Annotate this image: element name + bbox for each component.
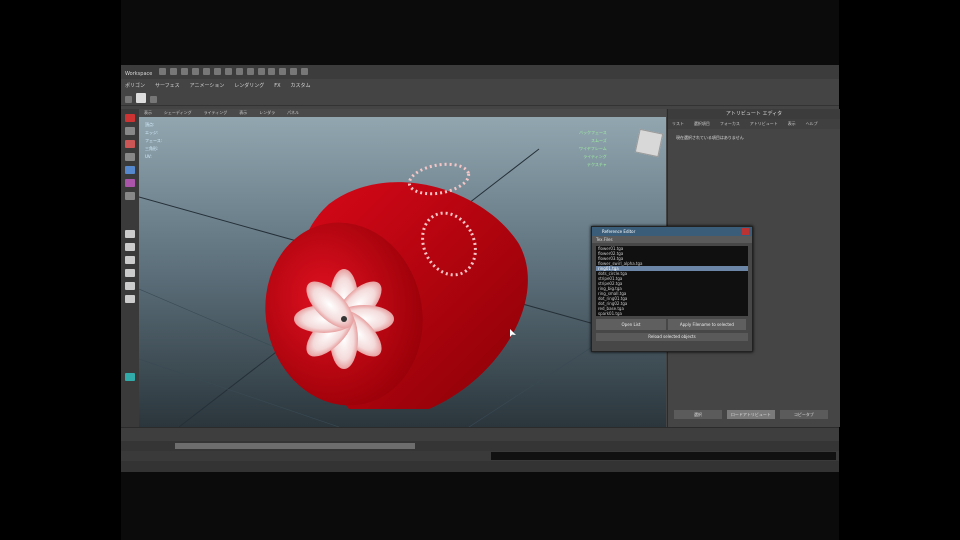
reference-dialog: Reference Editor Tex.Files flower01.tga f… (591, 226, 753, 352)
toolbox (121, 109, 140, 427)
attribute-editor-tabs: リスト 選択項目 フォーカス アトリビュート 表示 ヘルプ (668, 119, 840, 129)
save-scene-icon[interactable] (181, 68, 189, 75)
new-scene-icon[interactable] (159, 68, 167, 75)
dialog-title: Reference Editor (592, 227, 752, 236)
help-line (121, 461, 839, 472)
attr-tab[interactable]: アトリビュート (750, 121, 778, 127)
workspace-label[interactable]: Workspace (125, 71, 152, 77)
command-line[interactable] (121, 451, 839, 461)
scene-render (139, 148, 666, 427)
move-tool-icon[interactable] (125, 153, 135, 161)
snap-point-icon[interactable] (268, 68, 276, 75)
range-slider-handle[interactable] (175, 443, 415, 449)
render-settings-icon[interactable] (301, 68, 309, 75)
attr-tab[interactable]: 選択項目 (694, 121, 710, 127)
layout-four-icon[interactable] (125, 243, 135, 251)
attr-tab[interactable]: リスト (672, 121, 684, 127)
shelf-settings-icon[interactable] (125, 96, 132, 103)
attribute-editor-title: アトリビュート エディタ (668, 109, 840, 119)
rotate-tool-icon[interactable] (125, 166, 135, 174)
shelf-tab[interactable]: カスタム (290, 82, 310, 89)
scale-tool-icon[interactable] (125, 179, 135, 187)
reload-selected-button[interactable]: Reload selected objects (596, 333, 748, 341)
render-icon[interactable] (279, 68, 287, 75)
select-tool-icon[interactable] (125, 114, 135, 122)
layout-render-icon[interactable] (125, 295, 135, 303)
range-slider[interactable] (121, 441, 839, 451)
grid-line (139, 288, 280, 350)
redo-icon[interactable] (202, 68, 210, 75)
select-button[interactable]: 選択 (674, 410, 722, 419)
layout-single-icon[interactable] (125, 230, 135, 238)
shelf-tab[interactable]: サーフェス (155, 82, 180, 89)
shelf-tab[interactable]: アニメーション (190, 82, 225, 89)
shelf-tool-icon[interactable] (135, 93, 146, 103)
snap-curve-icon[interactable] (257, 68, 265, 75)
attr-tab[interactable]: フォーカス (720, 121, 740, 127)
command-output (491, 452, 836, 460)
undo-icon[interactable] (192, 68, 200, 75)
dialog-button-row: Open List Apply Filename to selected (596, 319, 748, 331)
shelf-tab[interactable]: レンダリング (234, 82, 264, 89)
attribute-editor-message: 現在選択されている項目はありません (676, 135, 744, 140)
attribute-editor-buttons: 選択 ロードアトリビュート コピータブ (674, 410, 834, 419)
shelf-tabs: ポリゴン サーフェス アニメーション レンダリング FX カスタム (121, 79, 839, 91)
ipr-render-icon[interactable] (290, 68, 298, 75)
shelf-script-icon[interactable] (149, 96, 157, 103)
layout-outliner-icon[interactable] (125, 269, 135, 277)
last-tool-icon[interactable] (125, 192, 135, 200)
attr-tab[interactable]: ヘルプ (806, 121, 818, 127)
lasso-tool-icon[interactable] (125, 127, 135, 135)
attr-tab[interactable]: 表示 (788, 121, 796, 127)
shelf-tab[interactable]: ポリゴン (125, 82, 145, 89)
menu-bar: Workspace (121, 65, 839, 80)
shelf-icons (121, 91, 839, 106)
time-slider[interactable] (121, 427, 839, 442)
dialog-title-text: Reference Editor (602, 229, 636, 234)
select-component-icon[interactable] (235, 68, 243, 75)
file-list[interactable]: flower01.tga flower02.tga flower03.tga flow… (596, 246, 748, 316)
3d-viewport[interactable]: 表示 シェーディング ライティング 表示 レンダラ パネル 頂点: エッジ: フ… (139, 109, 666, 427)
snap-grid-icon[interactable] (246, 68, 254, 75)
layout-graph-icon[interactable] (125, 282, 135, 290)
open-list-button[interactable]: Open List (596, 319, 666, 330)
load-attributes-button[interactable]: ロードアトリビュート (726, 410, 775, 419)
open-scene-icon[interactable] (170, 68, 178, 75)
close-icon[interactable] (742, 228, 749, 235)
layout-two-icon[interactable] (125, 256, 135, 264)
apply-filename-button[interactable]: Apply Filename to selected (667, 319, 746, 330)
copy-tab-button[interactable]: コピータブ (779, 410, 828, 419)
select-object-icon[interactable] (224, 68, 232, 75)
dialog-tab[interactable]: Tex.Files (592, 236, 752, 243)
shelf-tab[interactable]: FX (274, 83, 280, 89)
paint-select-icon[interactable] (125, 140, 135, 148)
layout-custom-icon[interactable] (125, 373, 135, 381)
flower-pattern (294, 269, 394, 369)
select-hierarchy-icon[interactable] (213, 68, 221, 75)
